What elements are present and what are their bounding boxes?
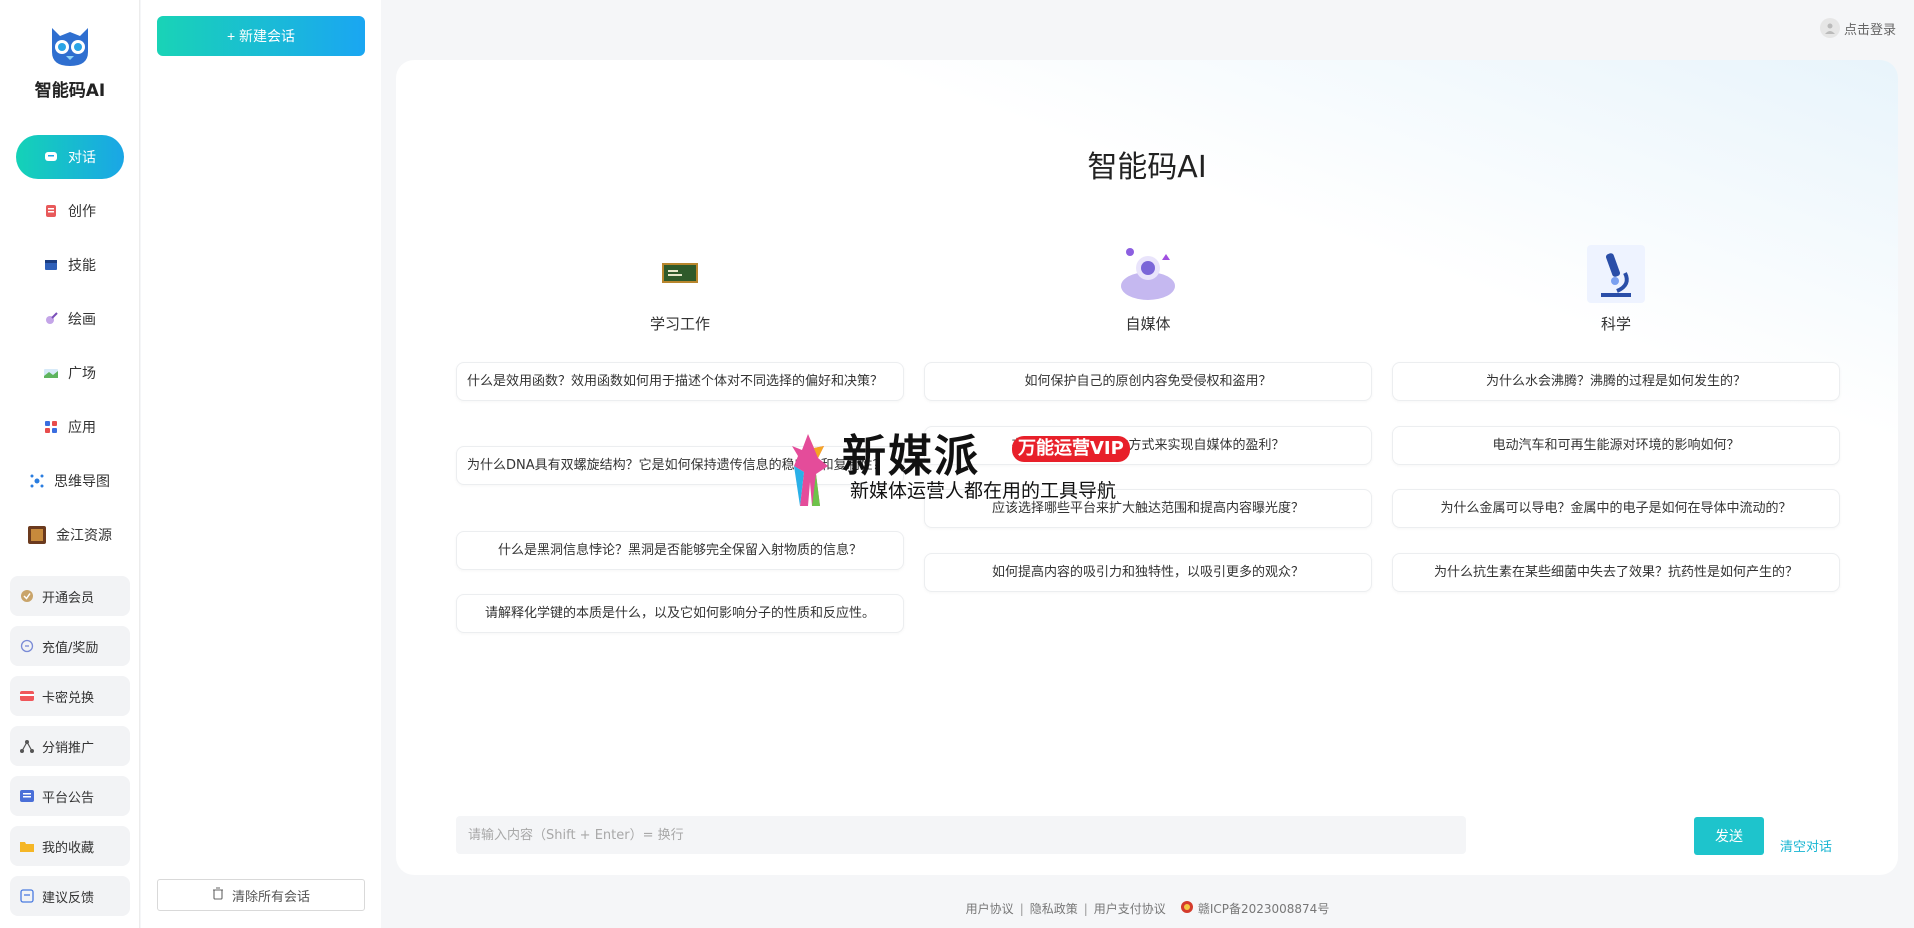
category-study-work: 学习工作 xyxy=(456,243,904,334)
chat-card: 智能码AI 学习工作 什么是效用函数？效用函数如何用于描述个体对不同选择的偏好和… xyxy=(396,60,1898,875)
microscope-icon xyxy=(1392,243,1840,305)
vip-button[interactable]: 开通会员 xyxy=(10,576,130,616)
share-icon xyxy=(20,739,34,753)
category-self-media: 自媒体 xyxy=(924,243,1372,334)
main-nav: 智能码AI 对话 创作 技能 绘画 广场 应用 思维导图 金江资源 开通会员 充… xyxy=(0,0,140,928)
suggested-question[interactable]: 为什么水会沸腾？沸腾的过程是如何发生的？ xyxy=(1392,362,1840,401)
feedback-button[interactable]: 建议反馈 xyxy=(10,876,130,916)
clear-all-sessions-button[interactable]: 清除所有会话 xyxy=(157,879,365,911)
feedback-icon xyxy=(20,889,34,903)
side-button-label: 我的收藏 xyxy=(42,840,95,856)
nav-item-resources[interactable]: 金江资源 xyxy=(16,513,124,557)
chat-icon xyxy=(44,150,58,164)
suggested-question[interactable]: 如何提高内容的吸引力和独特性，以吸引更多的观众？ xyxy=(924,553,1372,592)
new-session-button[interactable]: + 新建会话 xyxy=(157,16,365,56)
vip-icon xyxy=(20,589,34,603)
favorites-button[interactable]: 我的收藏 xyxy=(10,826,130,866)
notebook-icon xyxy=(44,204,58,218)
payment-agreement-link[interactable]: 用户支付协议 xyxy=(1094,900,1166,917)
nav-item-label: 广场 xyxy=(68,366,96,382)
notice-icon xyxy=(20,789,34,803)
category-title: 科学 xyxy=(1600,315,1631,333)
apps-icon xyxy=(44,420,58,434)
watermark: 新媒派 万能运营VIP 新媒体运营人都在用的工具导航 xyxy=(780,420,1140,510)
watermark-subtitle: 新媒体运营人都在用的工具导航 xyxy=(850,480,1117,502)
announcement-button[interactable]: 平台公告 xyxy=(10,776,130,816)
suggested-question[interactable]: 如何保护自己的原创内容免受侵权和盗用？ xyxy=(924,362,1372,401)
nav-item-create[interactable]: 创作 xyxy=(16,189,124,233)
nav-item-skills[interactable]: 技能 xyxy=(16,243,124,287)
side-button-label: 卡密兑换 xyxy=(42,690,95,706)
nav-item-label: 创作 xyxy=(68,204,96,220)
nav-item-mindmap[interactable]: 思维导图 xyxy=(16,459,124,503)
folder-icon xyxy=(20,839,34,853)
footer-separator: | xyxy=(1083,901,1088,916)
trash-icon xyxy=(212,886,224,904)
nav-item-chat[interactable]: 对话 xyxy=(16,135,124,179)
footer: 用户协议 | 隐私政策 | 用户支付协议 赣ICP备2023008874号 xyxy=(381,900,1914,917)
nav-item-label: 金江资源 xyxy=(56,528,112,544)
user-agreement-link[interactable]: 用户协议 xyxy=(966,900,1014,917)
session-panel: + 新建会话 清除所有会话 xyxy=(141,0,381,928)
suggested-question[interactable]: 什么是效用函数？效用函数如何用于描述个体对不同选择的偏好和决策？ xyxy=(456,362,904,401)
suggested-question[interactable]: 什么是黑洞信息悖论？黑洞是否能够完全保留入射物质的信息？ xyxy=(456,531,904,570)
category-science: 科学 xyxy=(1392,243,1840,334)
user-avatar-icon xyxy=(1819,18,1840,38)
side-button-label: 建议反馈 xyxy=(42,890,95,906)
icp-record-link[interactable]: 赣ICP备2023008874号 xyxy=(1198,900,1330,917)
deer-logo-icon xyxy=(792,434,828,506)
card-icon xyxy=(20,689,34,703)
nav-item-plaza[interactable]: 广场 xyxy=(16,351,124,395)
window-icon xyxy=(44,258,58,272)
nav-item-label: 绘画 xyxy=(68,312,96,328)
login-label: 点击登录 xyxy=(1843,22,1896,38)
owl-logo-icon xyxy=(52,28,88,66)
recharge-icon xyxy=(20,639,34,653)
landscape-icon xyxy=(44,366,58,380)
nav-item-label: 对话 xyxy=(68,150,96,166)
page-title: 智能码AI xyxy=(1087,150,1207,185)
send-button[interactable]: 发送 xyxy=(1694,817,1764,855)
message-input[interactable] xyxy=(456,816,1466,854)
clear-all-label: 清除所有会话 xyxy=(231,889,310,905)
nav-item-label: 思维导图 xyxy=(54,474,110,490)
privacy-link[interactable]: 隐私政策 xyxy=(1030,900,1078,917)
nav-item-label: 应用 xyxy=(68,420,96,436)
resource-icon xyxy=(28,526,46,544)
side-button-label: 充值/奖励 xyxy=(42,640,99,656)
suggested-question[interactable]: 为什么抗生素在某些细菌中失去了效果？抗药性是如何产生的？ xyxy=(1392,553,1840,592)
clear-conversation-link[interactable]: 清空对话 xyxy=(1780,836,1832,855)
watermark-title: 新媒派 xyxy=(842,431,980,482)
chalkboard-icon xyxy=(456,243,904,305)
watermark-badge: 万能运营VIP xyxy=(1012,436,1130,462)
login-link[interactable]: 点击登录 xyxy=(1819,18,1896,38)
suggested-question[interactable]: 电动汽车和可再生能源对环境的影响如何？ xyxy=(1392,426,1840,465)
side-button-label: 平台公告 xyxy=(42,790,95,806)
brand-name: 智能码AI xyxy=(34,81,106,101)
astronaut-icon xyxy=(924,243,1372,305)
footer-separator: | xyxy=(1019,901,1024,916)
nav-item-label: 技能 xyxy=(68,258,96,274)
side-button-label: 分销推广 xyxy=(42,740,95,756)
suggested-question[interactable]: 为什么金属可以导电？金属中的电子是如何在导体中流动的？ xyxy=(1392,489,1840,528)
brush-icon xyxy=(44,312,58,326)
recharge-button[interactable]: 充值/奖励 xyxy=(10,626,130,666)
nav-item-paint[interactable]: 绘画 xyxy=(16,297,124,341)
card-redeem-button[interactable]: 卡密兑换 xyxy=(10,676,130,716)
logo: 智能码AI xyxy=(0,22,140,101)
distribution-button[interactable]: 分销推广 xyxy=(10,726,130,766)
category-title: 学习工作 xyxy=(649,315,710,333)
nav-item-apps[interactable]: 应用 xyxy=(16,405,124,449)
police-badge-icon xyxy=(1180,900,1194,917)
mindmap-icon xyxy=(30,474,44,488)
side-button-label: 开通会员 xyxy=(42,590,95,606)
category-title: 自媒体 xyxy=(1125,315,1171,333)
suggested-question[interactable]: 请解释化学键的本质是什么，以及它如何影响分子的性质和反应性。 xyxy=(456,594,904,633)
